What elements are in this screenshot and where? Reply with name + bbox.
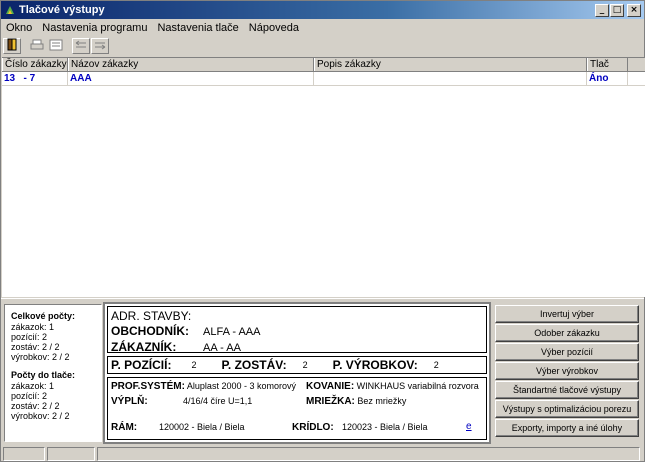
print-count-line: zostáv: 2 / 2 <box>11 401 60 411</box>
exit-icon <box>6 38 18 54</box>
profile-value: Aluplast 2000 - 3 komorový <box>186 381 296 391</box>
menu-print-settings[interactable]: Nastavenia tlače <box>152 22 243 34</box>
counts-box: P. POZÍCIÍ: 2 P. ZOSTÁV: 2 P. VÝROBKOV: … <box>107 356 487 374</box>
total-count-line: zostáv: 2 / 2 <box>11 342 60 352</box>
detail-link[interactable]: e <box>466 421 472 432</box>
hardware-line: KOVANIE: WINKHAUS variabilná rozvora <box>306 381 479 392</box>
action-buttons: Invertuj výber Odober zákazku Výber pozí… <box>493 305 641 438</box>
dealer-line: OBCHODNÍK: ALFA - AAA <box>111 324 261 338</box>
sets-value: 2 <box>302 360 308 370</box>
cell-name: AAA <box>68 72 314 85</box>
menu-help[interactable]: Nápoveda <box>244 22 304 34</box>
maximize-button[interactable]: □ <box>610 3 624 17</box>
positions-value: 2 <box>191 360 197 370</box>
print-preview-icon <box>49 39 63 54</box>
hardware-value: WINKHAUS variabilná rozvora <box>356 381 479 391</box>
select-positions-button[interactable]: Výber pozícií <box>495 343 639 361</box>
exit-button[interactable] <box>3 38 21 54</box>
total-count-line: výrobkov: 2 / 2 <box>11 352 70 362</box>
positions-label: P. POZÍCIÍ: <box>111 358 172 372</box>
invert-selection-button[interactable]: Invertuj výber <box>495 305 639 323</box>
column-header-name[interactable]: Názov zákazky <box>68 58 314 71</box>
toolbar <box>1 36 644 56</box>
fill-line: VÝPLŇ: 4/16/4 číre U=1,1 <box>111 396 253 407</box>
cell-number: 13 - 7 <box>2 72 68 85</box>
address-line: ADR. STAVBY: <box>111 309 192 323</box>
move-right-icon <box>93 39 107 54</box>
export-import-button[interactable]: Exporty, importy a iné úlohy <box>495 419 639 437</box>
total-counts-title: Celkové počty: <box>11 311 76 321</box>
address-box: ADR. STAVBY: OBCHODNÍK: ALFA - AAA ZÁKAZN… <box>107 306 487 354</box>
move-left-icon <box>74 39 88 54</box>
print-count-line: výrobkov: 2 / 2 <box>11 411 70 421</box>
status-pane <box>96 447 641 461</box>
table-header: Číslo zákazky Názov zákazky Popis zákazk… <box>2 58 645 72</box>
status-bar <box>1 446 644 462</box>
fill-value: 4/16/4 číre U=1,1 <box>183 396 253 406</box>
profile-line: PROF.SYSTÉM: Aluplast 2000 - 3 komorový <box>111 381 296 392</box>
menu-bar: Okno Nastavenia programu Nastavenia tlač… <box>1 19 644 36</box>
print-counts-title: Počty do tlače: <box>11 370 76 380</box>
cell-print: Áno <box>587 72 628 85</box>
orders-table: Číslo zákazky Názov zákazky Popis zákazk… <box>2 57 645 297</box>
sets-label: P. ZOSTÁV: <box>221 358 287 372</box>
window-title: Tlačové výstupy <box>19 4 105 16</box>
status-pane <box>3 447 45 461</box>
optimized-print-button[interactable]: Výstupy s optimalizáciou porezu <box>495 400 639 418</box>
mesh-value: Bez mriežky <box>357 396 407 406</box>
column-header-print[interactable]: Tlač <box>587 58 628 71</box>
sash-line: KRÍDLO: 120023 - Biela / Biela <box>292 422 428 433</box>
total-count-line: zákazok: 1 <box>11 322 55 332</box>
close-button[interactable]: × <box>627 3 641 17</box>
customer-value: AA - AA <box>203 342 241 354</box>
column-header-description[interactable]: Popis zákazky <box>314 58 587 71</box>
cell-description <box>314 72 587 85</box>
customer-line: ZÁKAZNÍK: AA - AA <box>111 340 241 354</box>
title-bar[interactable]: Tlačové výstupy _ □ × <box>1 1 644 19</box>
minimize-button[interactable]: _ <box>595 3 609 17</box>
print-preview-button[interactable] <box>47 38 65 54</box>
remove-order-button[interactable]: Odober zákazku <box>495 324 639 342</box>
frame-line: RÁM: 120002 - Biela / Biela <box>111 422 245 433</box>
products-value: 2 <box>433 360 439 370</box>
column-header-number[interactable]: Číslo zákazky <box>2 58 68 71</box>
status-pane <box>46 447 95 461</box>
app-icon <box>4 4 16 16</box>
move-right-button[interactable] <box>91 38 109 54</box>
print-count-line: zákazok: 1 <box>11 381 55 391</box>
print-count-line: pozícií: 2 <box>11 391 48 401</box>
order-detail-panel: ADR. STAVBY: OBCHODNÍK: ALFA - AAA ZÁKAZN… <box>103 302 491 444</box>
bottom-panel: Celkové počty: zákazok: 1 pozícií: 2 zos… <box>1 302 644 445</box>
frame-value: 120002 - Biela / Biela <box>159 422 245 432</box>
main-window: Tlačové výstupy _ □ × Okno Nastavenia pr… <box>0 0 645 462</box>
products-label: P. VÝROBKOV: <box>332 358 418 372</box>
product-box: PROF.SYSTÉM: Aluplast 2000 - 3 komorový … <box>107 377 487 440</box>
menu-okno[interactable]: Okno <box>1 22 37 34</box>
table-row[interactable]: 13 - 7 AAA Áno <box>2 72 645 86</box>
total-count-line: pozícií: 2 <box>11 332 48 342</box>
mesh-line: MRIEŽKA: Bez mriežky <box>306 396 407 407</box>
move-left-button[interactable] <box>72 38 90 54</box>
sash-value: 120023 - Biela / Biela <box>342 422 428 432</box>
standard-print-button[interactable]: Štandartné tlačové výstupy <box>495 381 639 399</box>
counts-panel: Celkové počty: zákazok: 1 pozícií: 2 zos… <box>4 304 102 442</box>
dealer-value: ALFA - AAA <box>203 326 261 338</box>
select-products-button[interactable]: Výber výrobkov <box>495 362 639 380</box>
print-button[interactable] <box>28 38 46 54</box>
print-icon <box>30 39 44 54</box>
menu-program-settings[interactable]: Nastavenia programu <box>37 22 152 34</box>
